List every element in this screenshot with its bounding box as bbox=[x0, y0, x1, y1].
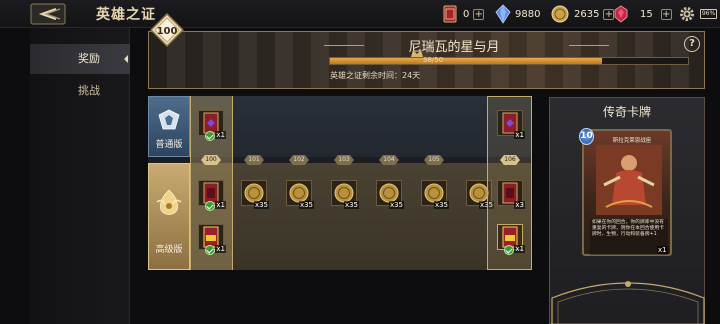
premium-reward-gold-pack[interactable]: x1 bbox=[198, 224, 226, 255]
red-gem-icon bbox=[614, 5, 628, 23]
reward-quantity: x1 bbox=[215, 201, 226, 209]
premium-reward-gold-coins[interactable]: x35 bbox=[286, 180, 314, 209]
level-marker: 103 bbox=[334, 155, 354, 165]
claimed-check-icon bbox=[205, 131, 215, 141]
premium-reward-gold-coins[interactable]: x35 bbox=[241, 180, 269, 209]
blue-crystal-icon bbox=[495, 4, 511, 24]
level-badge: 100 bbox=[150, 13, 184, 47]
reward-quantity: x1 bbox=[514, 245, 525, 253]
final-premium-reward-gold-pack[interactable]: x1 bbox=[497, 224, 525, 255]
level-marker-current: 100 bbox=[201, 155, 221, 165]
level-progress-bar bbox=[329, 57, 689, 65]
level-progress-fill bbox=[330, 58, 603, 64]
card-cost: 10 bbox=[579, 128, 594, 145]
reward-quantity: x35 bbox=[343, 201, 359, 209]
page-title: 英雄之证 bbox=[96, 7, 156, 23]
claimed-check-icon bbox=[205, 201, 215, 211]
free-reward-card-pack[interactable]: x1 bbox=[198, 110, 226, 141]
help-button[interactable]: ? bbox=[684, 36, 700, 52]
level-marker-final: 106 bbox=[500, 155, 520, 165]
premium-track-name: 高级版 bbox=[155, 245, 183, 255]
card-name: 斯拉克莱恩战座 bbox=[612, 138, 652, 144]
title-divider-right bbox=[569, 45, 609, 46]
panel-arch-ornament bbox=[551, 281, 705, 324]
final-premium-reward-card-pack[interactable]: x3 bbox=[497, 180, 525, 209]
ticket-count: 0 bbox=[463, 8, 470, 20]
reward-quantity: x35 bbox=[253, 201, 269, 209]
gem-resource: 15 + bbox=[612, 4, 672, 24]
card-art-warrior-icon bbox=[596, 145, 662, 215]
gold-resource: 2635 + bbox=[551, 4, 615, 24]
level-marker: 105 bbox=[424, 155, 444, 165]
reward-quantity: x35 bbox=[388, 201, 404, 209]
reward-quantity: x35 bbox=[433, 201, 449, 209]
legendary-card-quantity: x1 bbox=[657, 246, 668, 254]
premium-reward-gold-coins[interactable]: x35 bbox=[376, 180, 404, 209]
reward-quantity: x3 bbox=[514, 201, 525, 209]
remaining-time: 英雄之证剩余时间：24天 bbox=[330, 71, 421, 80]
reward-quantity: x1 bbox=[215, 245, 226, 253]
premium-track-emblem-icon bbox=[156, 189, 182, 215]
reward-quantity: x1 bbox=[514, 131, 525, 139]
legendary-card-panel: 传奇卡牌 10 斯拉克莱恩战座 如果在你的回合，你的牌库中没有重复的卡牌，则你在… bbox=[549, 97, 705, 324]
level-marker: 101 bbox=[244, 155, 264, 165]
free-track-name: 普通版 bbox=[155, 140, 183, 150]
gear-icon[interactable] bbox=[679, 6, 695, 22]
premium-track-label: 高级版 bbox=[148, 163, 190, 270]
ticket-resource: 0 + bbox=[443, 4, 485, 24]
premium-reward-gold-coins[interactable]: x35 bbox=[421, 180, 449, 209]
nav-item-challenges[interactable]: 挑战 bbox=[30, 76, 130, 106]
legendary-card-title: 传奇卡牌 bbox=[602, 105, 651, 119]
nav-item-rewards[interactable]: 奖励 bbox=[30, 44, 130, 74]
level-marker: 104 bbox=[379, 155, 399, 165]
gold-coin-icon bbox=[551, 5, 569, 23]
back-arrow-icon[interactable] bbox=[30, 3, 66, 25]
gold-count: 2635 bbox=[574, 8, 600, 20]
legendary-card[interactable]: 10 斯拉克莱恩战座 如果在你的回合，你的牌库中没有重复的卡牌，则你在本回合使用… bbox=[579, 128, 672, 256]
battery-indicator: 96% bbox=[700, 9, 717, 19]
add-gem-button[interactable]: + bbox=[660, 8, 672, 20]
level-number: 100 bbox=[157, 26, 178, 37]
final-free-reward-card-pack[interactable]: x1 bbox=[497, 110, 525, 139]
claimed-check-icon bbox=[504, 245, 514, 255]
red-ticket-icon bbox=[443, 5, 457, 23]
progress-crown-icon bbox=[411, 50, 423, 57]
premium-reward-card-pack[interactable]: x1 bbox=[198, 180, 226, 211]
reward-quantity: x1 bbox=[215, 131, 226, 139]
claimed-check-icon bbox=[205, 245, 215, 255]
crystal-count: 9880 bbox=[515, 8, 541, 20]
level-marker: 102 bbox=[289, 155, 309, 165]
premium-reward-gold-coins[interactable]: x35 bbox=[331, 180, 359, 209]
crystal-resource: 9880 bbox=[494, 4, 540, 24]
free-track-emblem-icon bbox=[158, 109, 180, 130]
gem-count: 15 bbox=[640, 8, 653, 20]
add-ticket-button[interactable]: + bbox=[473, 8, 485, 20]
side-nav: 奖励 挑战 bbox=[30, 28, 130, 324]
reward-quantity: x35 bbox=[298, 201, 314, 209]
progress-text: 38/50 bbox=[423, 56, 444, 64]
free-track-label: 普通版 bbox=[148, 96, 190, 157]
season-title: 尼瑞瓦的星与月 bbox=[408, 40, 500, 55]
